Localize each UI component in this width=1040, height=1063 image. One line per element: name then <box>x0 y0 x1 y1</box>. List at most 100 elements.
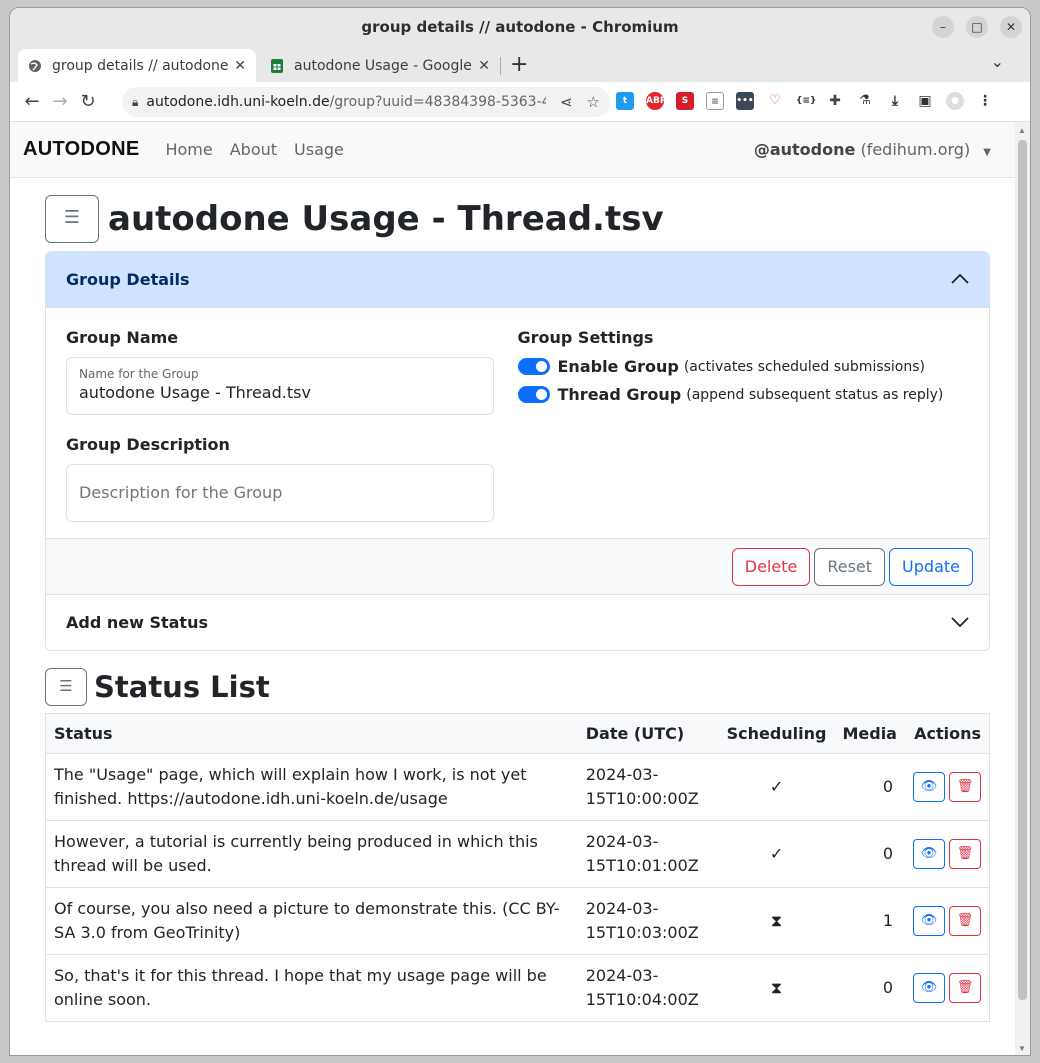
document-extension-icon[interactable]: ≡ <box>706 92 724 110</box>
table-row: So, that's it for this thread. I hope th… <box>45 954 990 1022</box>
group-name-field-label: Name for the Group <box>79 367 199 381</box>
update-button[interactable]: Update <box>889 547 973 586</box>
enable-group-toggle[interactable] <box>517 358 550 375</box>
scroll-down-arrow-icon[interactable]: ▼ <box>1018 1044 1026 1053</box>
thread-group-toggle[interactable] <box>517 386 550 403</box>
group-settings-label: Group Settings <box>517 328 654 347</box>
enable-group-switch-row: Enable Group (activates scheduled submis… <box>517 357 970 376</box>
tab-group-details[interactable]: group details // autodone ✕ <box>18 49 256 82</box>
column-header-status: Status <box>45 713 578 754</box>
delete-trash-button[interactable]: 🗑︎ <box>949 906 981 936</box>
back-arrow-icon[interactable]: ← <box>18 91 46 112</box>
view-eye-button[interactable]: 👁︎ <box>913 839 945 869</box>
status-list-heading-row: ☰ Status List <box>45 667 990 707</box>
tab-search-chevron-icon[interactable]: ⌄ <box>991 52 1004 71</box>
download-icon[interactable]: ⤓ <box>886 92 904 110</box>
site-navbar: AUTODONE Home About Usage @autodone (fed… <box>10 122 1016 178</box>
share-icon[interactable]: ⋖ <box>560 93 573 111</box>
status-text: The "Usage" page, which will explain how… <box>45 753 578 821</box>
flask-extension-icon[interactable]: ⚗ <box>856 92 874 110</box>
pocket-extension-icon[interactable]: ♡ <box>766 92 784 110</box>
close-tab-icon[interactable]: ✕ <box>478 58 490 74</box>
status-date: 2024-03- 15T10:00:00Z <box>577 753 719 821</box>
pending-hourglass-icon: ⧗ <box>718 887 835 955</box>
group-actions-footer: Delete Reset Update <box>46 538 989 594</box>
star-icon[interactable]: ☆ <box>587 93 600 111</box>
s-extension-icon[interactable]: S <box>676 92 694 110</box>
group-name-label: Group Name <box>66 328 179 347</box>
puzzle-extensions-icon[interactable]: ✚ <box>826 92 844 110</box>
delete-trash-button[interactable]: 🗑︎ <box>949 973 981 1003</box>
group-details-header[interactable]: Group Details <box>46 252 989 308</box>
scheduled-check-icon: ✓ <box>718 753 835 821</box>
lock-icon: 🔒︎ <box>132 94 139 109</box>
group-name-value: autodone Usage - Thread.tsv <box>79 383 311 402</box>
scroll-up-arrow-icon[interactable]: ▲ <box>1018 126 1026 135</box>
menu-kebab-icon[interactable]: ⋮ <box>976 92 994 110</box>
view-eye-button[interactable]: 👁︎ <box>913 772 945 802</box>
user-menu[interactable]: @autodone (fedihum.org) ▼ <box>754 140 991 159</box>
add-status-header[interactable]: Add new Status <box>46 594 989 650</box>
thread-group-switch-row: Thread Group (append subsequent status a… <box>517 385 970 404</box>
thread-group-hint: (append subsequent status as reply) <box>686 386 944 403</box>
add-status-title: Add new Status <box>66 613 208 632</box>
view-eye-button[interactable]: 👁︎ <box>913 973 945 1003</box>
reset-button[interactable]: Reset <box>814 547 886 586</box>
forward-arrow-icon[interactable]: → <box>46 91 74 112</box>
menu-toggle-button[interactable]: ☰ <box>45 195 99 243</box>
media-count: 0 <box>834 954 905 1022</box>
status-date: 2024-03- 15T10:03:00Z <box>577 887 719 955</box>
close-tab-icon[interactable]: ✕ <box>234 58 246 74</box>
dots-extension-icon[interactable]: ••• <box>736 92 754 110</box>
table-header-row: Status Date (UTC) Scheduling Media Actio… <box>45 713 990 754</box>
address-bar[interactable]: 🔒︎ autodone.idh.uni-koeln.de /group?uuid… <box>122 87 610 117</box>
tab-usage-sheet[interactable]: autodone Usage - Google ✕ <box>260 49 500 82</box>
scrollbar-thumb[interactable] <box>1018 140 1027 1000</box>
page-heading-row: ☰ autodone Usage - Thread.tsv <box>45 194 990 244</box>
profile-avatar-icon[interactable]: ● <box>946 92 964 110</box>
status-menu-toggle-button[interactable]: ☰ <box>45 668 87 706</box>
globe-icon <box>28 59 42 73</box>
maximize-icon[interactable]: □ <box>966 16 988 38</box>
sidepanel-icon[interactable]: ▣ <box>916 92 934 110</box>
column-header-date: Date (UTC) <box>577 713 719 754</box>
page-viewport: AUTODONE Home About Usage @autodone (fed… <box>10 122 1016 1055</box>
caret-down-icon: ▼ <box>983 147 991 158</box>
column-header-actions: Actions <box>905 713 990 754</box>
close-window-icon[interactable]: ✕ <box>1000 16 1022 38</box>
enable-group-label: Enable Group <box>557 357 679 376</box>
new-tab-icon[interactable]: + <box>510 50 528 80</box>
group-name-input[interactable]: Name for the Group autodone Usage - Thre… <box>66 357 494 415</box>
group-description-placeholder: Description for the Group <box>79 483 283 502</box>
reload-icon[interactable]: ↻ <box>74 91 102 112</box>
group-accordion: Group Details Group Name Name for the Gr… <box>45 251 990 651</box>
table-row: The "Usage" page, which will explain how… <box>45 753 990 821</box>
title-bar: group details // autodone - Chromium – □… <box>10 8 1030 46</box>
browser-window: group details // autodone - Chromium – □… <box>9 7 1031 1056</box>
scheduled-check-icon: ✓ <box>718 820 835 888</box>
window-title: group details // autodone - Chromium <box>361 18 679 36</box>
status-table: Status Date (UTC) Scheduling Media Actio… <box>45 713 990 1022</box>
delete-trash-button[interactable]: 🗑︎ <box>949 839 981 869</box>
media-count: 0 <box>834 820 905 888</box>
nav-link-usage[interactable]: Usage <box>294 140 344 159</box>
view-eye-button[interactable]: 👁︎ <box>913 906 945 936</box>
minimize-icon[interactable]: – <box>932 16 954 38</box>
brand-logo[interactable]: AUTODONE <box>23 138 139 161</box>
media-count: 1 <box>834 887 905 955</box>
page-scrollbar[interactable]: ▲ ▼ <box>1015 122 1030 1055</box>
status-list-title: Status List <box>94 670 270 704</box>
json-extension-icon[interactable]: {≡} <box>796 92 816 110</box>
delete-trash-button[interactable]: 🗑︎ <box>949 772 981 802</box>
group-description-input[interactable]: Description for the Group <box>66 464 494 522</box>
table-row: However, a tutorial is currently being p… <box>45 820 990 888</box>
delete-button[interactable]: Delete <box>731 547 811 586</box>
twitter-extension-icon[interactable]: t <box>616 92 634 110</box>
adblock-extension-icon[interactable]: ABP <box>646 92 666 110</box>
thread-group-label: Thread Group <box>557 385 682 404</box>
nav-link-about[interactable]: About <box>230 140 277 159</box>
media-count: 0 <box>834 753 905 821</box>
group-details-body: Group Name Name for the Group autodone U… <box>46 308 989 538</box>
group-description-label: Group Description <box>66 435 230 454</box>
nav-link-home[interactable]: Home <box>165 140 212 159</box>
